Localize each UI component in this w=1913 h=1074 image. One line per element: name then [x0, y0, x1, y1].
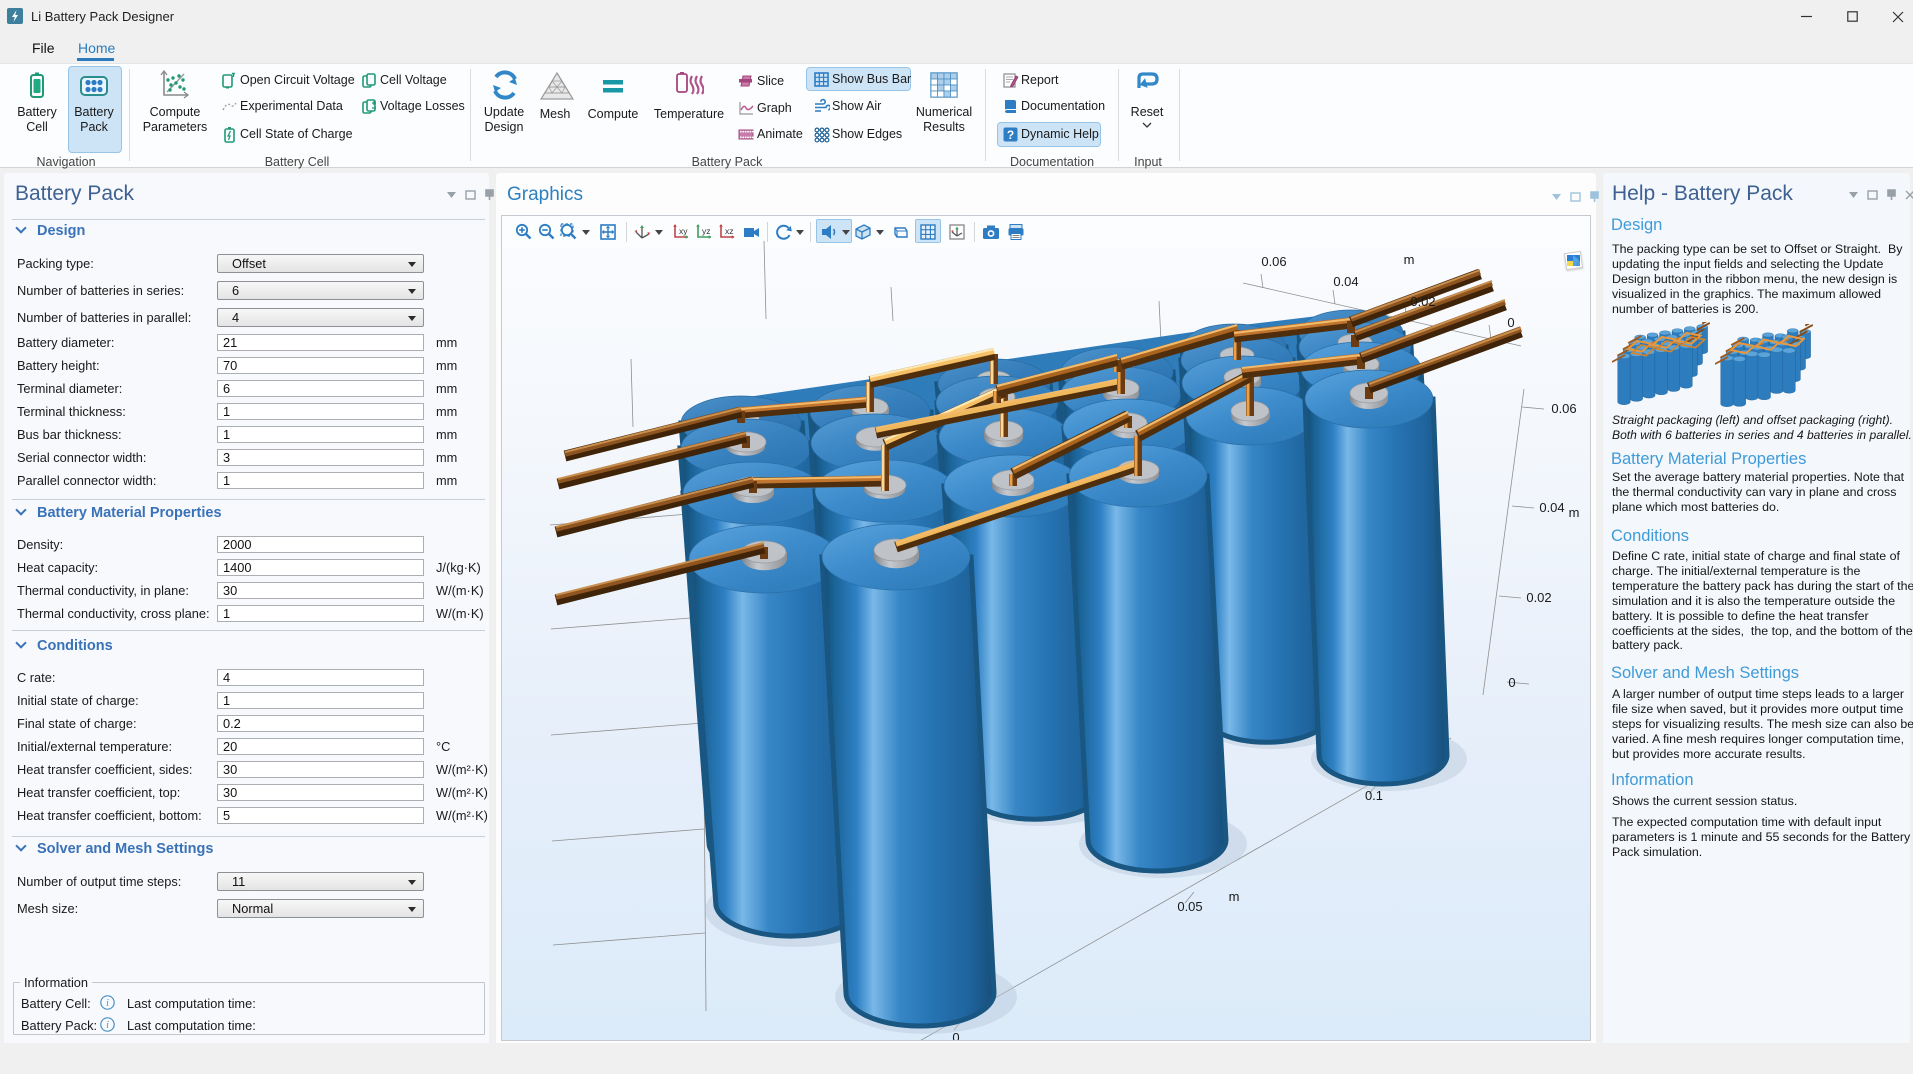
svg-text:0: 0 — [1508, 675, 1515, 690]
svg-text:0: 0 — [1507, 315, 1514, 330]
svg-text:0.04: 0.04 — [1539, 500, 1564, 515]
svg-text:0.06: 0.06 — [1551, 401, 1576, 416]
svg-text:i: i — [106, 998, 109, 1009]
svg-text:0.05: 0.05 — [1177, 899, 1202, 914]
svg-text:0: 0 — [952, 1030, 959, 1040]
svg-text:0.06: 0.06 — [1261, 254, 1286, 269]
svg-text:?: ? — [1007, 128, 1014, 142]
svg-text:0.02: 0.02 — [1526, 590, 1551, 605]
svg-text:m: m — [1229, 889, 1240, 904]
svg-text:m: m — [1404, 252, 1415, 267]
svg-text:0.02: 0.02 — [1410, 294, 1435, 309]
svg-text:i: i — [106, 1020, 109, 1031]
svg-text:0.04: 0.04 — [1333, 274, 1358, 289]
svg-text:0.1: 0.1 — [1365, 788, 1383, 803]
svg-text:m: m — [1569, 505, 1580, 520]
